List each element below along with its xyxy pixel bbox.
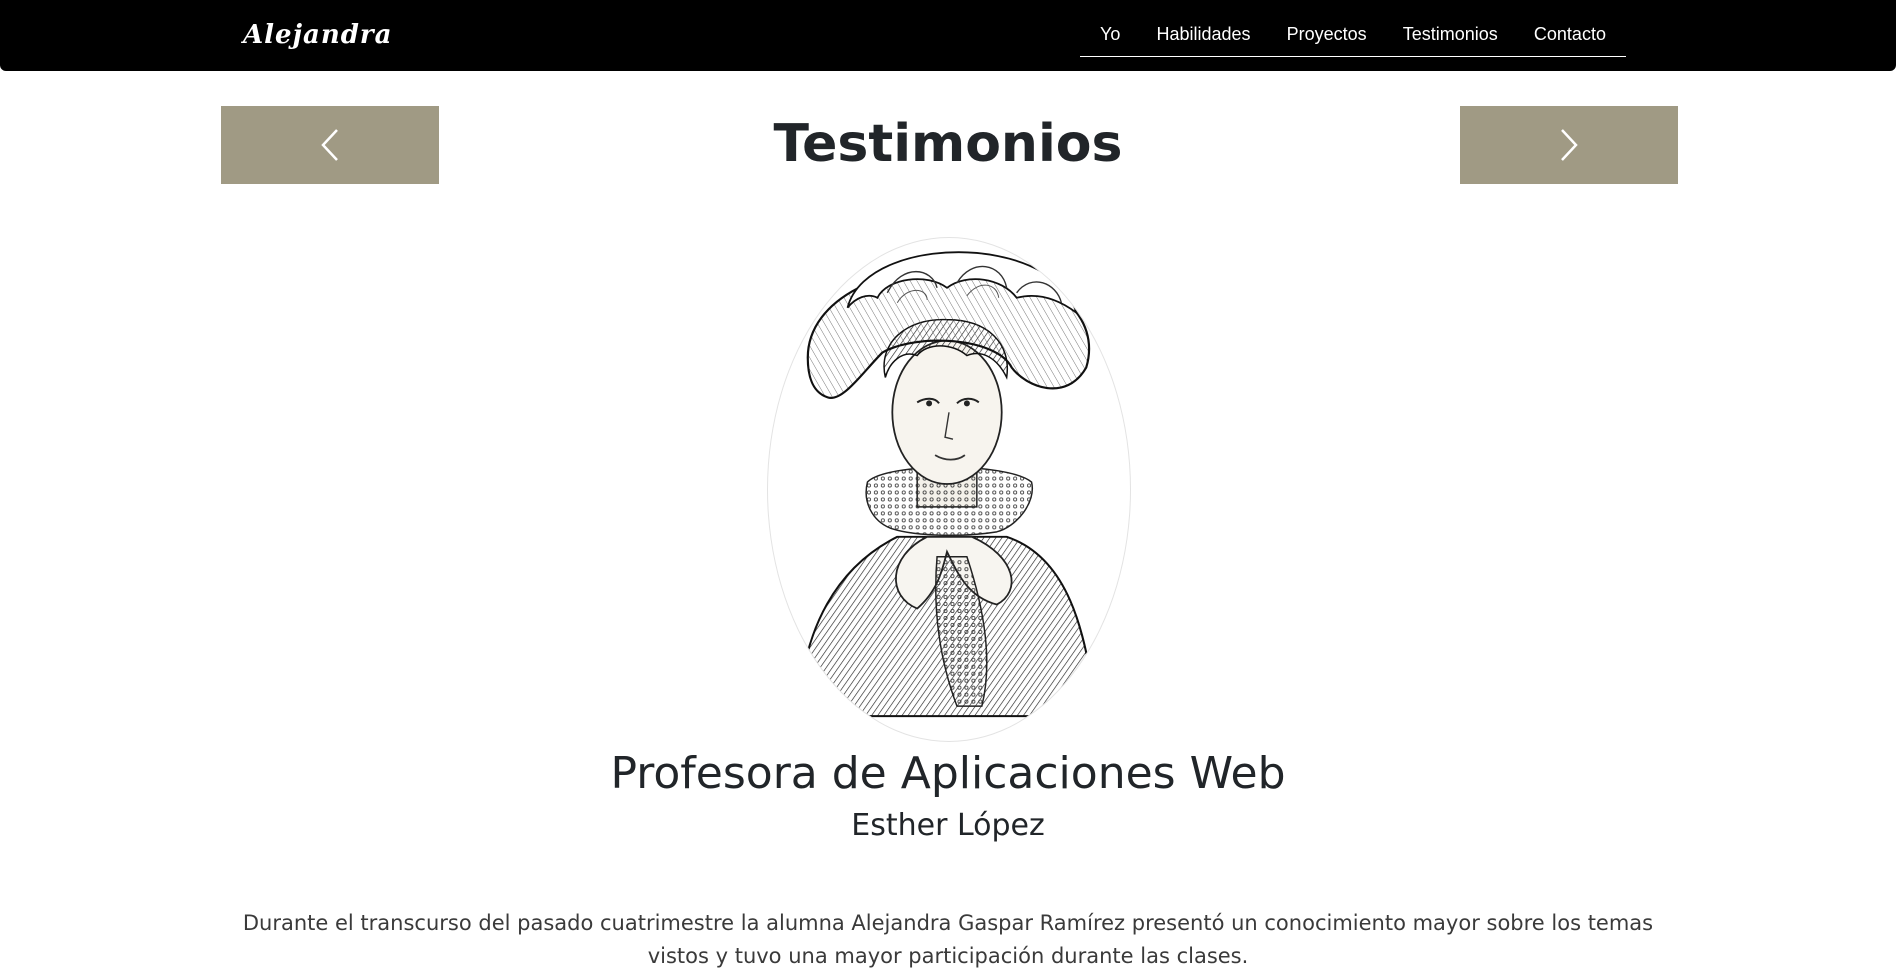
carousel-next-button[interactable]	[1460, 106, 1678, 184]
nav-link-testimonios[interactable]: Testimonios	[1403, 24, 1498, 45]
nav-menu: Yo Habilidades Proyectos Testimonios Con…	[1080, 13, 1626, 57]
woman-portrait-illustration	[796, 251, 1098, 718]
chevron-right-icon	[1561, 129, 1578, 161]
nav-link-proyectos[interactable]: Proyectos	[1287, 24, 1367, 45]
testimonial-author: Esther López	[851, 808, 1045, 843]
nav-link-habilidades[interactable]: Habilidades	[1156, 24, 1250, 45]
top-navbar: Alejandra Yo Habilidades Proyectos Testi…	[0, 0, 1896, 71]
testimonial-portrait	[767, 237, 1131, 742]
nav-link-yo[interactable]: Yo	[1100, 24, 1120, 45]
brand-logo[interactable]: Alejandra	[243, 20, 392, 50]
testimonial-quote: Durante el transcurso del pasado cuatrim…	[242, 911, 1654, 968]
nav-link-contacto[interactable]: Contacto	[1534, 24, 1606, 45]
testimonial-role: Profesora de Aplicaciones Web	[610, 748, 1286, 799]
